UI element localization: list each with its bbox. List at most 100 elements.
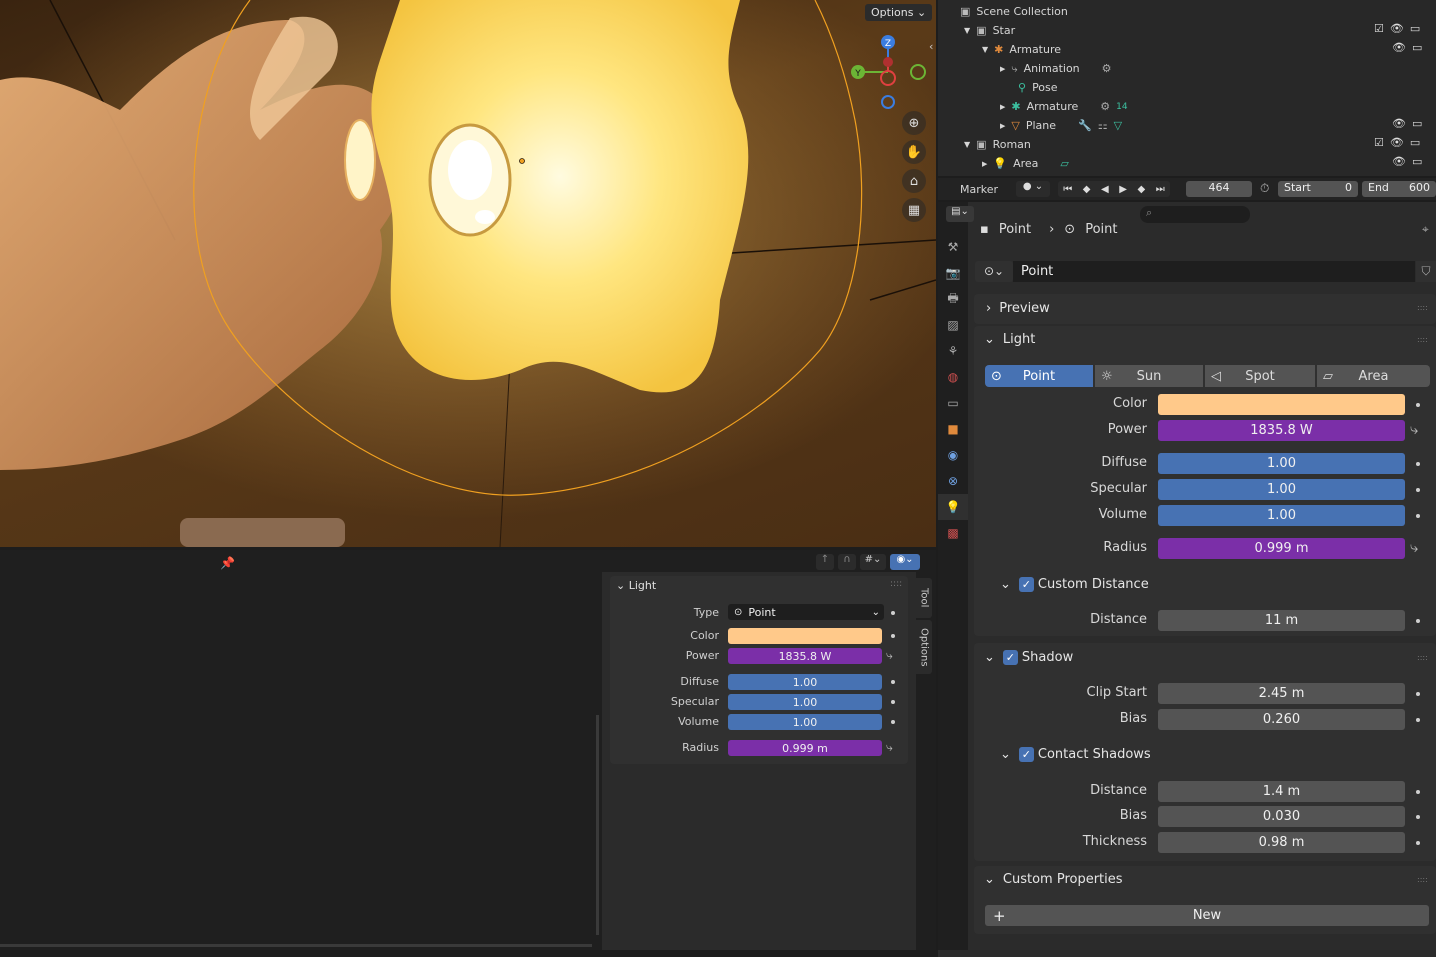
npanel-power-field[interactable]: 1835.8 W — [728, 648, 882, 664]
end-frame-field[interactable]: End 600 — [1362, 181, 1436, 197]
contact-shadows-checkbox[interactable]: ✓ — [1018, 747, 1034, 762]
shadow-header[interactable]: ⌄ ✓ Shadow — [984, 650, 1073, 665]
outliner-row-plane[interactable]: ▶ ▽ Plane 🔧 ⚏ ▽ — [1000, 116, 1122, 135]
3d-viewport[interactable]: Options ⌄ ‹ Z Y ⊕ ✋ ⌂ ▦ — [0, 0, 936, 547]
tool-tab-icon[interactable]: ⚒ — [938, 234, 968, 260]
power-field[interactable]: 1835.8 W — [1158, 420, 1405, 441]
output-tab-icon[interactable]: 🖶 — [938, 286, 968, 312]
distance-field[interactable]: 11 m — [1158, 610, 1405, 631]
light-type-area[interactable]: ▱ Area — [1317, 365, 1430, 387]
keyframe-dot[interactable] — [1416, 718, 1420, 722]
contact-shadows-header[interactable]: ⌄ ✓ Contact Shadows — [1000, 747, 1151, 762]
npanel-color-swatch[interactable] — [728, 628, 882, 644]
npanel-diffuse-field[interactable]: 1.00 — [728, 674, 882, 690]
pin-icon[interactable]: ⌖ — [1422, 222, 1429, 237]
expand-arrow-icon[interactable]: ▶ — [1000, 103, 1005, 111]
expand-arrow-icon[interactable]: ▼ — [964, 26, 970, 35]
drag-handle-icon[interactable]: :::: — [1417, 335, 1428, 344]
magnet-icon[interactable]: ∩ — [838, 554, 856, 570]
outliner-row-star[interactable]: ▼ ▣ Star — [964, 21, 1015, 40]
render-tab-icon[interactable]: 📷 — [938, 260, 968, 286]
tab-options[interactable]: Options — [916, 620, 932, 674]
light-type-point[interactable]: ⊙ Point — [985, 365, 1093, 387]
horizontal-scrollbar[interactable] — [0, 944, 592, 947]
light-type-spot[interactable]: ◁ Spot — [1205, 365, 1315, 387]
datablock-name-field[interactable]: Point — [1013, 261, 1415, 282]
keyframe-dot[interactable] — [1416, 692, 1420, 696]
npanel-volume-field[interactable]: 1.00 — [728, 714, 882, 730]
pin-icon[interactable]: 📌 — [220, 556, 235, 570]
expand-arrow-icon[interactable]: ▶ — [1000, 65, 1005, 73]
driver-icon[interactable]: ⤷ — [1410, 538, 1418, 556]
stopwatch-icon[interactable]: ⏱ — [1260, 181, 1269, 196]
npanel-type-dropdown[interactable]: ⊙ Point ⌄ — [728, 604, 884, 620]
record-button[interactable]: ● ⌄ — [1016, 181, 1050, 197]
npanel-radius-field[interactable]: 0.999 m — [728, 740, 882, 756]
drag-handle-icon[interactable]: :::: — [1417, 303, 1428, 312]
prev-keyframe-icon[interactable]: ◆ — [1083, 184, 1091, 195]
world-tab-icon[interactable]: ◍ — [938, 364, 968, 390]
expand-arrow-icon[interactable]: ▶ — [982, 160, 987, 168]
new-property-button[interactable]: + New — [985, 905, 1429, 926]
marker-menu[interactable]: Marker — [960, 183, 998, 196]
area-visibility-icons[interactable]: 👁▭ — [1392, 155, 1428, 168]
roman-visibility-icons[interactable]: ☑👁▭ — [1374, 136, 1426, 149]
driver-icon[interactable]: ⤷ — [886, 648, 893, 663]
light-type-sun[interactable]: ☼ Sun — [1095, 365, 1203, 387]
cs-distance-field[interactable]: 1.4 m — [1158, 781, 1405, 802]
radius-field[interactable]: 0.999 m — [1158, 538, 1405, 559]
light-header[interactable]: ⌄ Light — [984, 332, 1035, 347]
pan-hand-icon[interactable]: ✋ — [902, 140, 926, 164]
star-visibility-icons[interactable]: ☑👁▭ — [1374, 22, 1426, 35]
keyframe-dot[interactable] — [1416, 514, 1420, 518]
volume-field[interactable]: 1.00 — [1158, 505, 1405, 526]
clip-start-field[interactable]: 2.45 m — [1158, 683, 1405, 704]
expand-arrow-icon[interactable]: ▼ — [982, 45, 988, 54]
jump-end-icon[interactable]: ⏭ — [1156, 184, 1165, 195]
drag-handle-icon[interactable]: :::: — [1417, 875, 1428, 884]
expand-arrow-icon[interactable]: ▼ — [964, 140, 970, 149]
npanel-light-header[interactable]: ⌄ Light — [616, 579, 656, 592]
outliner-row-armature[interactable]: ▼ ✱ Armature — [982, 40, 1061, 59]
play-reverse-icon[interactable]: ◀ — [1101, 184, 1109, 195]
keyframe-dot[interactable] — [891, 720, 895, 724]
drag-handle-icon[interactable]: :::: — [1417, 653, 1428, 662]
texture-tab-icon[interactable]: ▩ — [938, 520, 968, 546]
expand-arrow-icon[interactable]: ▶ — [1000, 122, 1005, 130]
search-input[interactable]: ⌕ — [1140, 206, 1250, 223]
shadow-checkbox[interactable]: ✓ — [1002, 650, 1018, 665]
driver-icon[interactable]: ⤷ — [886, 740, 893, 755]
outliner-scene-collection[interactable]: ▣ Scene Collection — [960, 2, 1068, 21]
npanel-specular-field[interactable]: 1.00 — [728, 694, 882, 710]
collapse-arrow-icon[interactable]: ‹ — [929, 40, 933, 53]
keyframe-dot[interactable] — [891, 700, 895, 704]
collection-tab-icon[interactable]: ▭ — [938, 390, 968, 416]
custom-distance-header[interactable]: ⌄ ✓ Custom Distance — [1000, 577, 1149, 592]
outliner-row-pose[interactable]: ⚲ Pose — [1018, 78, 1058, 97]
custom-distance-checkbox[interactable]: ✓ — [1018, 577, 1034, 592]
grid-icon[interactable]: ▦ — [902, 198, 926, 222]
play-icon[interactable]: ▶ — [1119, 184, 1127, 195]
snap-icon[interactable]: #⌄ — [860, 554, 886, 570]
keyframe-dot[interactable] — [891, 634, 895, 638]
drag-handle-icon[interactable]: :::: — [890, 579, 902, 589]
cs-bias-field[interactable]: 0.030 — [1158, 806, 1405, 827]
tab-tool[interactable]: Tool — [916, 578, 932, 618]
up-arrow-icon[interactable]: ↑ — [816, 554, 834, 570]
preview-header[interactable]: › Preview — [986, 301, 1050, 316]
next-keyframe-icon[interactable]: ◆ — [1138, 184, 1146, 195]
navigation-gizmo[interactable]: Z Y — [848, 32, 928, 112]
outliner-row-area[interactable]: ▶ 💡 Area ▱ — [982, 154, 1069, 173]
keyframe-dot[interactable] — [1416, 619, 1420, 623]
object-tab-icon[interactable]: ■ — [938, 416, 968, 442]
armature-visibility-icons[interactable]: 👁▭ — [1392, 41, 1428, 54]
light-data-tab-icon[interactable]: 💡 — [938, 494, 968, 520]
camera-icon[interactable]: ⌂ — [902, 169, 926, 193]
scene-tab-icon[interactable]: ⚘ — [938, 338, 968, 364]
keyframe-dot[interactable] — [1416, 488, 1420, 492]
start-frame-field[interactable]: Start 0 — [1278, 181, 1358, 197]
keyframe-dot[interactable] — [1416, 403, 1420, 407]
fake-user-shield-icon[interactable]: ⛉ — [1416, 261, 1436, 282]
editor-type-button[interactable]: ▤⌄ — [946, 206, 974, 222]
color-swatch[interactable] — [1158, 394, 1405, 415]
